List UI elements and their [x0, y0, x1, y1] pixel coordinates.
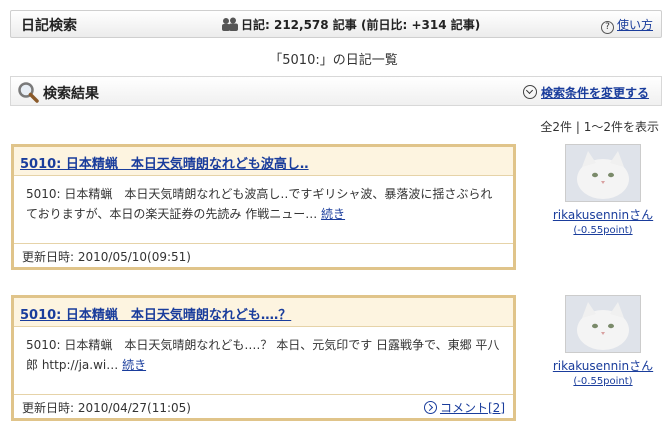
entry-excerpt: 5010: 日本精蝋 本日天気晴朗なれども‥‥？ 本日、元気印です 日露戦争で、… [14, 327, 513, 375]
entry-excerpt-text: 5010: 日本精蝋 本日天気晴朗なれども‥‥？ 本日、元気印です 日露戦争で、… [26, 338, 500, 372]
entry-footer: 更新日時: 2010/05/10(09:51) [14, 243, 513, 267]
author-name-link[interactable]: rikakusenninさん [548, 206, 658, 223]
help-link[interactable]: ? 使い方 [600, 16, 653, 34]
question-icon: ? [600, 21, 614, 34]
page-app-title: 日記検索 [21, 18, 77, 34]
entry-updated: 更新日時: 2010/04/27(11:05) [22, 401, 191, 415]
magnifier-icon [18, 82, 39, 103]
entry-excerpt: 5010: 日本精蝋 本日天気晴朗なれども波高し‥ですギリシャ波、暴落波に揺さぶ… [14, 176, 513, 224]
change-search-conditions-link[interactable]: 検索条件を変更する [522, 84, 649, 101]
chevron-down-circle-icon [522, 85, 537, 99]
entry-author: rikakusenninさん (-0.55point) [548, 144, 658, 236]
entry-title-bar: 5010: 日本精蝋 本日天気晴朗なれども波高し‥ [14, 147, 513, 176]
chevron-right-circle-icon [424, 401, 437, 414]
top-bar: 日記検索 日記: 212,578 記事 (前日比: +314 記事) ? 使い方 [10, 10, 662, 38]
comment-link[interactable]: コメント[2] [424, 399, 505, 416]
author-point[interactable]: (-0.55point) [548, 376, 658, 387]
author-name-link[interactable]: rikakusenninさん [548, 357, 658, 374]
entry-title-link[interactable]: 5010: 日本精蝋 本日天気晴朗なれども‥‥？ [20, 308, 291, 323]
diary-entry-card: 5010: 日本精蝋 本日天気晴朗なれども波高し‥ 5010: 日本精蝋 本日天… [11, 144, 516, 270]
results-bar: 検索結果 検索条件を変更する [10, 76, 662, 106]
change-conditions-label: 検索条件を変更する [540, 86, 649, 100]
entry-author: rikakusenninさん (-0.55point) [548, 295, 658, 387]
entry-footer: 更新日時: 2010/04/27(11:05) コメント[2] [14, 394, 513, 418]
result-count: 全2件 | 1〜2件を表示 [540, 120, 659, 134]
read-more-link[interactable]: 続き [321, 207, 345, 221]
author-point[interactable]: (-0.55point) [548, 225, 658, 236]
entry-title-bar: 5010: 日本精蝋 本日天気晴朗なれども‥‥？ [14, 298, 513, 327]
page-heading: 「5010:」の日記一覧 [269, 53, 398, 68]
help-label: 使い方 [616, 18, 653, 32]
people-icon [222, 17, 238, 31]
diary-stats: 日記: 212,578 記事 (前日比: +314 記事) [221, 16, 480, 33]
entry-excerpt-text: 5010: 日本精蝋 本日天気晴朗なれども波高し‥ですギリシャ波、暴落波に揺さぶ… [26, 187, 493, 221]
avatar[interactable] [565, 295, 641, 353]
entry-title-link[interactable]: 5010: 日本精蝋 本日天気晴朗なれども波高し‥ [20, 157, 309, 172]
diary-entry-card: 5010: 日本精蝋 本日天気晴朗なれども‥‥？ 5010: 日本精蝋 本日天気… [11, 295, 516, 421]
read-more-link[interactable]: 続き [122, 358, 146, 372]
diary-stats-text: 日記: 212,578 記事 (前日比: +314 記事) [241, 18, 481, 32]
entry-updated: 更新日時: 2010/05/10(09:51) [22, 250, 191, 264]
comment-label: コメント[2] [440, 401, 505, 415]
avatar[interactable] [565, 144, 641, 202]
results-title: 検索結果 [43, 86, 99, 102]
